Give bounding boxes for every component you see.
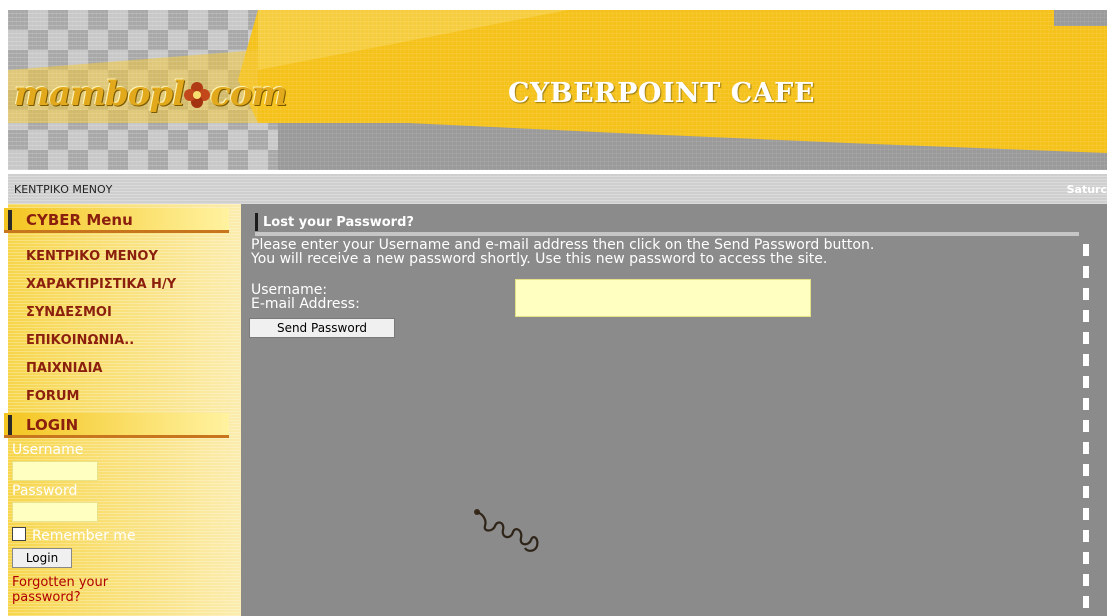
login-header: LOGIN (4, 413, 229, 438)
send-password-button[interactable]: Send Password (249, 318, 395, 338)
remember-me-checkbox[interactable] (12, 527, 26, 541)
intro-line-1: Please enter your Username and e-mail ad… (251, 237, 875, 253)
username-input[interactable] (12, 461, 98, 481)
sidebar-item-pc-features[interactable]: ΧΑΡΑΚΤΙΡΙΣΤΙΚΑ Η/Υ (26, 277, 176, 292)
main-content: Lost your Password? Please enter your Us… (241, 204, 1107, 616)
page-title: Lost your Password? (263, 215, 414, 230)
spring-decoration-icon (474, 509, 539, 552)
login-button[interactable]: Login (12, 548, 72, 568)
sidebar-item-contact[interactable]: ΕΠΙΚΟΙΝΩΝΙΑ.. (26, 333, 134, 348)
date-text: Saturc (1066, 183, 1107, 196)
login-title: LOGIN (26, 416, 79, 434)
cyber-menu-header: CYBER Menu (4, 208, 229, 233)
sidebar-item-links[interactable]: ΣΥΝΔΕΣΜΟΙ (26, 305, 112, 320)
section-marker (8, 210, 12, 230)
breadcrumb: ΚΕΝΤΡΙΚΟ ΜΕΝΟΥ (14, 183, 113, 196)
site-title: CYBERPOINT CAFE (508, 78, 815, 109)
sidebar-item-games[interactable]: ΠΑΙΧΝΙΔΙΑ (26, 361, 102, 376)
password-input[interactable] (12, 502, 98, 522)
sidebar-item-forum[interactable]: FORUM (26, 389, 79, 404)
flower-icon (182, 79, 212, 109)
logo-text-right: com (210, 74, 287, 114)
password-label: Password (12, 483, 78, 499)
cyber-menu-title: CYBER Menu (26, 211, 133, 229)
header-banner: mambopl com CYBERPOINT CAFE (8, 10, 1107, 170)
logo-text-left: mambopl (14, 74, 185, 114)
username-label: Username (12, 442, 84, 458)
section-marker (255, 213, 258, 231)
intro-line-2: You will receive a new password shortly.… (251, 251, 828, 267)
intro-text: Please enter your Username and e-mail ad… (251, 238, 1091, 266)
section-marker (8, 415, 12, 435)
site-logo[interactable]: mambopl com (14, 74, 287, 114)
content-heading-bar: Lost your Password? (255, 212, 1079, 236)
remember-me-label: Remember me (32, 528, 136, 544)
forgotten-password-link[interactable]: Forgotten your password? (12, 575, 172, 605)
top-pathway-bar: ΚΕΝΤΡΙΚΟ ΜΕΝΟΥ Saturc (8, 174, 1107, 204)
dashed-divider (1083, 244, 1089, 616)
sidebar-item-home[interactable]: ΚΕΝΤΡΙΚΟ ΜΕΝΟΥ (26, 249, 158, 264)
email-form-label: E-mail Address: (251, 296, 360, 312)
email-input[interactable] (515, 279, 811, 317)
